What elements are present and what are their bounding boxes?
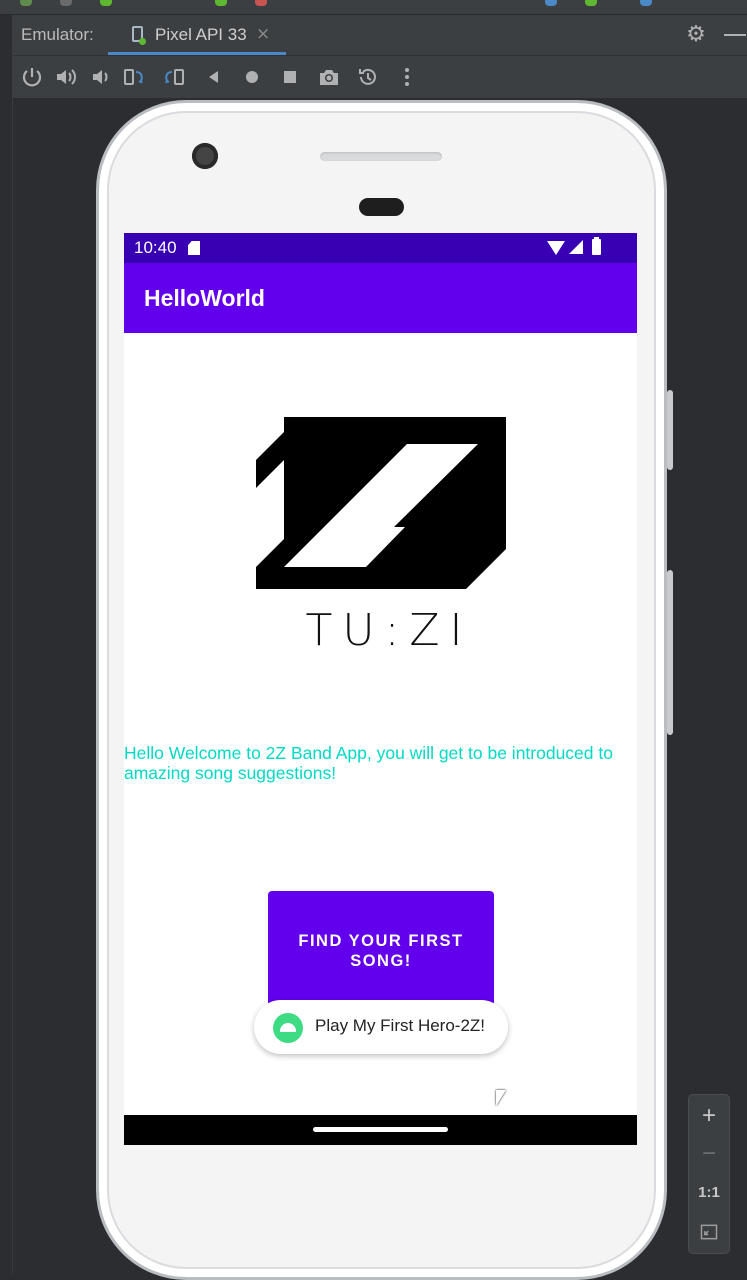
volume-side-button [667,570,673,735]
toolbar-icon-fragment [255,0,267,6]
toolbar-icon-fragment [100,0,112,6]
volume-down-icon[interactable] [88,65,112,89]
find-first-song-button[interactable]: FIND YOUR FIRST SONG! [268,891,494,1007]
rotate-left-icon[interactable] [122,65,146,89]
app-bar: HelloWorld [124,263,637,333]
minimize-icon[interactable] [724,34,746,36]
sd-card-icon [188,241,200,255]
battery-icon [592,237,601,255]
ide-top-toolbar-strip [0,0,747,15]
mouse-cursor [496,1090,506,1106]
screenshot-icon[interactable] [317,65,341,89]
snapshot-icon[interactable] [356,65,380,89]
status-time: 10:40 [134,238,177,257]
power-side-button [667,390,673,470]
toolbar-icon-fragment [215,0,227,6]
toolbar-icon-fragment [640,0,652,6]
zoom-in-button[interactable]: + [689,1097,729,1135]
fit-screen-icon[interactable] [689,1213,729,1251]
app-title: HelloWorld [144,285,265,311]
toolbar-icon-fragment [545,0,557,6]
home-gesture-handle[interactable] [313,1127,448,1132]
left-tool-gutter [0,15,13,1274]
2z-logo-mark [256,417,506,589]
android-icon [273,1013,303,1043]
emulator-tab-bar: Emulator: Pixel API 33 × ⚙ [12,15,747,56]
logo-wordmark: TU:ZI [305,605,473,656]
rotate-right-icon[interactable] [162,65,186,89]
signal-icon [569,240,583,254]
status-bar: 10:40 [124,233,637,263]
front-camera [192,143,218,169]
toolbar-icon-fragment [585,0,597,6]
navigation-bar [124,1115,637,1145]
proximity-sensor [359,198,404,216]
emulator-label: Emulator: [21,25,94,44]
overview-icon[interactable] [278,65,302,89]
device-tab-label: Pixel API 33 [155,25,247,44]
volume-up-icon[interactable] [54,65,78,89]
zoom-out-button[interactable]: − [689,1135,729,1173]
power-icon[interactable] [20,65,44,89]
close-icon[interactable]: × [256,24,270,44]
home-icon[interactable] [240,65,264,89]
toast-text: Play My First Hero-2Z! [315,1016,486,1035]
gear-icon[interactable]: ⚙ [684,23,708,47]
back-icon[interactable] [202,65,226,89]
device-screen[interactable]: 10:40 HelloWorld TU:ZI Hello Welcome to … [124,233,637,1145]
wifi-icon [547,241,565,255]
emulator-toolbar [12,56,747,98]
actual-size-button[interactable]: 1:1 [689,1174,729,1212]
toast-message: Play My First Hero-2Z! [254,1000,508,1054]
zoom-controls: + − 1:1 [688,1094,730,1254]
toolbar-icon-fragment [60,0,72,6]
toolbar-icon-fragment [20,0,32,6]
more-icon[interactable] [395,65,419,89]
welcome-message: Hello Welcome to 2Z Band App, you will g… [124,743,613,783]
device-icon [132,26,146,45]
earpiece-speaker [320,152,442,161]
tab-pixel-api-33[interactable]: Pixel API 33 × [108,15,286,55]
